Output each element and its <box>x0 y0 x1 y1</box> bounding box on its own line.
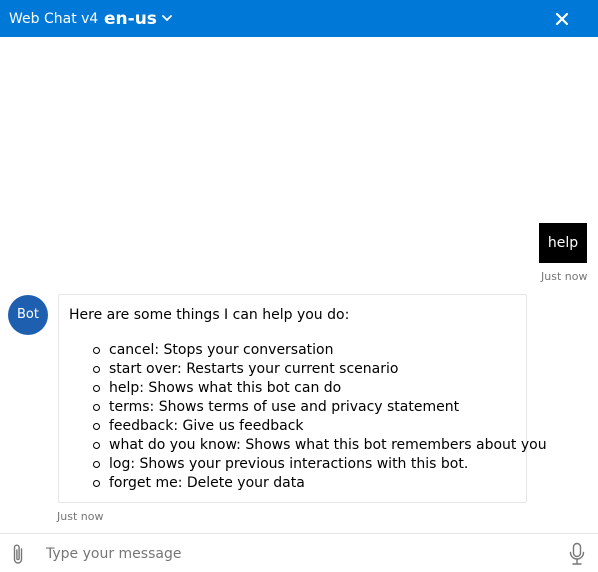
command-text: forget me: Delete your data <box>109 475 305 491</box>
send-box <box>0 533 598 572</box>
command-text: log: Shows your previous interactions wi… <box>109 456 469 472</box>
bullet-icon <box>93 423 100 430</box>
list-item: help: Shows what this bot can do <box>93 379 547 398</box>
list-item: forget me: Delete your data <box>93 474 547 493</box>
command-text: start over: Restarts your current scenar… <box>109 361 399 377</box>
list-item: start over: Restarts your current scenar… <box>93 360 547 379</box>
user-message-text: help <box>547 235 579 251</box>
bot-avatar-initials: Bot <box>17 307 39 322</box>
command-text: what do you know: Shows what this bot re… <box>109 437 547 453</box>
header-bar: Web Chat v4 en-us <box>0 0 598 37</box>
list-item: log: Shows your previous interactions wi… <box>93 455 547 474</box>
user-message-bubble: help <box>539 223 587 263</box>
command-text: help: Shows what this bot can do <box>109 380 342 396</box>
list-item: cancel: Stops your conversation <box>93 341 547 360</box>
webchat-app: Web Chat v4 en-us help Just now Bot Here… <box>0 0 598 572</box>
command-text: cancel: Stops your conversation <box>109 342 334 358</box>
bullet-icon <box>93 385 100 392</box>
paperclip-icon[interactable] <box>10 543 26 565</box>
bot-avatar: Bot <box>8 295 48 335</box>
bullet-icon <box>93 480 100 487</box>
bullet-icon <box>93 461 100 468</box>
command-list: cancel: Stops your conversation start ov… <box>93 341 547 493</box>
bot-message-intro: Here are some things I can help you do: <box>69 307 350 323</box>
message-input[interactable] <box>46 543 546 565</box>
app-title: Web Chat v4 <box>9 11 99 27</box>
chevron-down-icon <box>162 15 172 21</box>
command-text: terms: Shows terms of use and privacy st… <box>109 399 460 415</box>
bullet-icon <box>93 442 100 449</box>
bot-message-timestamp: Just now <box>57 510 104 523</box>
bullet-icon <box>93 366 100 373</box>
bullet-icon <box>93 404 100 411</box>
microphone-icon[interactable] <box>568 542 586 566</box>
user-message-timestamp: Just now <box>541 270 588 283</box>
bot-message-bubble: Here are some things I can help you do: … <box>58 294 547 503</box>
list-item: terms: Shows terms of use and privacy st… <box>93 398 547 417</box>
bullet-icon <box>93 347 100 354</box>
language-label: en-us <box>104 9 157 29</box>
list-item: what do you know: Shows what this bot re… <box>93 436 547 455</box>
command-text: feedback: Give us feedback <box>109 418 304 434</box>
close-icon[interactable] <box>552 9 572 29</box>
list-item: feedback: Give us feedback <box>93 417 547 436</box>
